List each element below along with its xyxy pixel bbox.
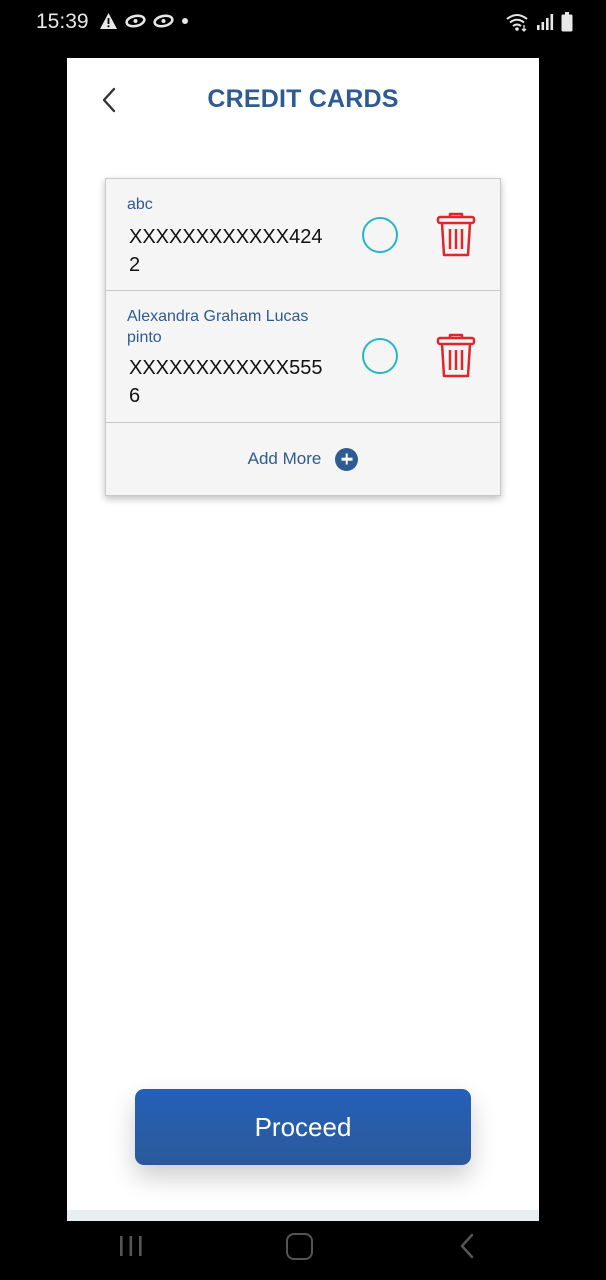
home-icon[interactable] [286, 1233, 313, 1260]
status-bar: 15:39 [0, 0, 606, 46]
battery-icon [561, 12, 573, 32]
cards-list: abc XXXXXXXXXXXX4242 Alexandra Graham Lu… [105, 178, 501, 496]
proceed-button[interactable]: Proceed [135, 1089, 471, 1165]
warning-icon [100, 13, 117, 29]
trash-icon [436, 333, 476, 378]
add-more-label: Add More [247, 449, 322, 468]
credit-cards-screen: CREDIT CARDS abc XXXXXXXXXXXX4242 Alexan… [67, 58, 539, 1221]
wifi-icon [506, 14, 528, 32]
plus-circle-icon [335, 447, 359, 471]
card-number: XXXXXXXXXXXX5556 [129, 357, 323, 407]
signal-icon [537, 14, 554, 30]
app-notification-icon [125, 14, 146, 28]
page-title: CREDIT CARDS [207, 85, 399, 113]
trash-icon [436, 212, 476, 257]
screen-bottom-strip [67, 1210, 539, 1221]
recents-icon[interactable] [119, 1235, 143, 1257]
add-more-button[interactable]: Add More [106, 423, 500, 495]
system-icons [505, 12, 573, 32]
card-holder-name: abc [127, 196, 153, 213]
card-select-radio[interactable] [362, 217, 398, 253]
app-notification-icon [153, 14, 174, 28]
card-select-radio[interactable] [362, 338, 398, 374]
status-time: 15:39 [36, 10, 89, 33]
notification-icons [99, 12, 189, 30]
card-number: XXXXXXXXXXXX4242 [129, 226, 323, 276]
more-dot-icon [182, 18, 188, 24]
delete-card-button[interactable] [436, 332, 476, 380]
system-nav-bar [0, 1221, 606, 1280]
nav-back-icon[interactable] [459, 1233, 475, 1259]
delete-card-button[interactable] [436, 211, 476, 259]
card-item[interactable]: Alexandra Graham Lucas pinto XXXXXXXXXXX… [106, 291, 500, 423]
card-holder-name: Alexandra Graham Lucas pinto [127, 308, 309, 346]
card-item[interactable]: abc XXXXXXXXXXXX4242 [106, 179, 500, 291]
